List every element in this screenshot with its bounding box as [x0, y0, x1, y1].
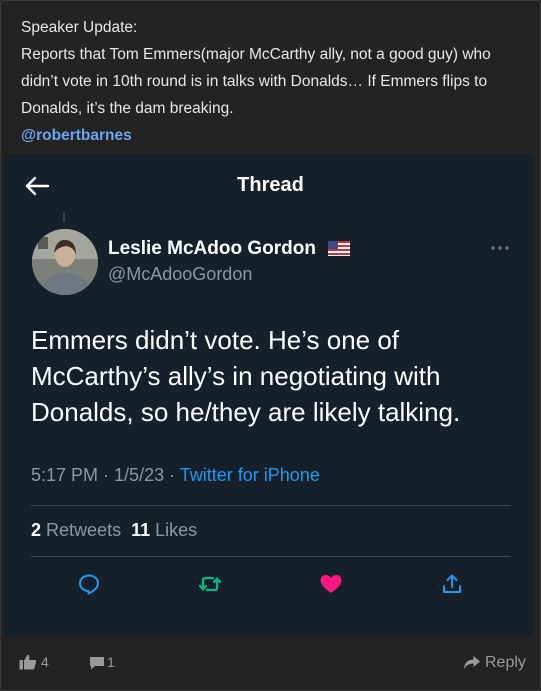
avatar[interactable]	[32, 229, 98, 295]
tweet-line: Donalds, so he/they are likely talking.	[31, 397, 461, 427]
post-line: didn’t vote in 10th round is in talks wi…	[21, 73, 488, 90]
thumbs-up-icon[interactable]	[19, 654, 37, 670]
reply-icon[interactable]	[77, 572, 101, 596]
comment-icon[interactable]	[89, 656, 105, 670]
like-heart-icon[interactable]	[319, 572, 343, 596]
meta-separator: ·	[164, 465, 180, 485]
likes-label[interactable]: Likes	[155, 520, 197, 540]
reply-arrow-icon[interactable]	[463, 655, 481, 670]
author-name[interactable]: Leslie McAdoo Gordon	[108, 238, 316, 260]
retweets-count: 2	[31, 520, 42, 540]
tweet-text: Emmers didn’t vote. He’s one of McCarthy…	[31, 322, 521, 430]
retweets-label[interactable]: Retweets	[46, 520, 121, 540]
post-body: Speaker Update: Reports that Tom Emmers(…	[21, 14, 521, 149]
author-handle[interactable]: @McAdooGordon	[108, 264, 252, 285]
thread-connector	[63, 212, 65, 222]
post-line: Reports that Tom Emmers(major McCarthy a…	[21, 46, 491, 63]
likes-count: 4	[41, 654, 49, 670]
mention-link[interactable]: @robertbarnes	[21, 122, 521, 149]
tweet-line: McCarthy’s ally’s in negotiating with	[31, 361, 441, 391]
tweet-source-link[interactable]: Twitter for iPhone	[180, 465, 320, 485]
meta-separator: ·	[98, 465, 115, 485]
tweet-time: 5:17 PM	[31, 465, 99, 485]
retweet-icon[interactable]	[198, 572, 222, 596]
more-options-icon[interactable]	[490, 244, 510, 252]
share-icon[interactable]	[440, 572, 464, 596]
tweet-meta: 5:17 PM · 1/5/23 · Twitter for iPhone	[31, 465, 320, 486]
thread-title: Thread	[237, 174, 304, 196]
divider	[31, 505, 511, 506]
post-line: Donalds, it’s the dam breaking.	[21, 100, 234, 117]
likes-count: 11	[131, 520, 151, 540]
reply-button[interactable]: Reply	[485, 654, 526, 672]
tweet-line: Emmers didn’t vote. He’s one of	[31, 325, 400, 355]
us-flag-icon	[328, 241, 350, 256]
comments-count: 1	[107, 654, 115, 670]
tweet-date: 1/5/23	[114, 465, 165, 485]
divider	[31, 556, 511, 557]
tweet-stats: 2 Retweets 11 Likes	[31, 520, 197, 541]
post-line: Speaker Update:	[21, 19, 138, 36]
